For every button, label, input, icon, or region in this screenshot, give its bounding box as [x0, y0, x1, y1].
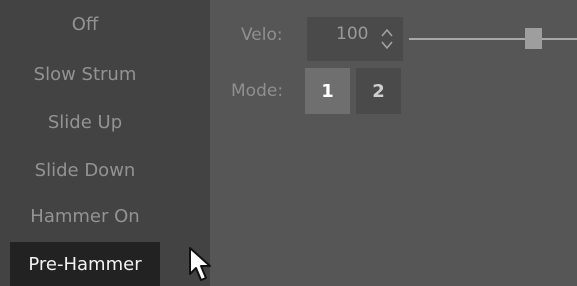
- mouse-pointer-icon: [189, 247, 211, 281]
- sidebar-item-slow-strum[interactable]: Slow Strum: [10, 50, 160, 98]
- sidebar-item-off[interactable]: Off: [10, 0, 160, 48]
- sidebar-item-slide-up[interactable]: Slide Up: [10, 98, 160, 146]
- velo-slider-thumb[interactable]: [525, 28, 542, 49]
- sidebar-item-pre-hammer[interactable]: Pre-Hammer: [10, 242, 160, 286]
- velo-slider-track[interactable]: [409, 38, 577, 40]
- velo-value[interactable]: 100: [336, 24, 368, 44]
- mode-button-1[interactable]: 1: [305, 68, 350, 114]
- mode-label: Mode:: [231, 81, 284, 101]
- up-down-arrows-icon[interactable]: [380, 25, 394, 53]
- sidebar-item-hammer-on[interactable]: Hammer On: [10, 192, 160, 240]
- sidebar-item-slide-down[interactable]: Slide Down: [10, 146, 160, 194]
- articulation-sidebar: Off Slow Strum Slide Up Slide Down Hamme…: [0, 0, 210, 286]
- mode-button-2[interactable]: 2: [356, 68, 401, 114]
- velo-label: Velo:: [241, 25, 283, 45]
